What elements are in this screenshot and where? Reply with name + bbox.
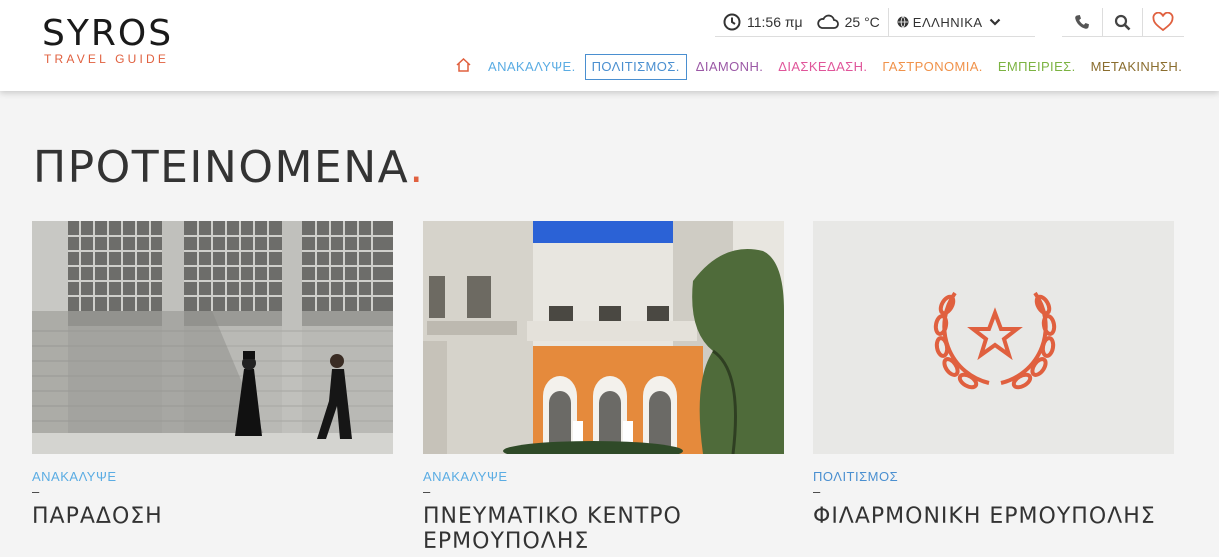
nav-empeiries[interactable]: ΕΜΠΕΙΡΙΕΣ. xyxy=(992,55,1082,79)
card-title[interactable]: ΦΙΛΑΡΜΟΝΙΚΗ ΕΡΜΟΥΠΟΛΗΣ xyxy=(813,504,1174,529)
utility-bar: 11:56 πμ 25 °C ΕΛΛΗΝΙΚΑ xyxy=(715,8,1035,37)
heart-icon xyxy=(1152,12,1173,32)
card-category[interactable]: ΠΟΛΙΤΙΣΜΟΣ xyxy=(813,469,1174,484)
favorites-button[interactable] xyxy=(1142,8,1182,36)
featured-card[interactable]: ΑΝΑΚΑΛΥΨΕ – ΠΑΡΑΔΟΣΗ xyxy=(32,221,393,529)
logo-subtitle: TRAVEL GUIDE xyxy=(44,52,170,66)
time-text: 11:56 πμ xyxy=(747,14,803,30)
card-title[interactable]: ΠΝΕΥΜΑΤΙΚΟ ΚΕΝΤΡΟ ΕΡΜΟΥΠΟΛΗΣ xyxy=(423,504,784,554)
weather-text: 25 °C xyxy=(844,14,880,30)
section-title-dot: . xyxy=(409,142,425,193)
search-button[interactable] xyxy=(1102,8,1142,36)
globe-icon xyxy=(897,16,909,28)
time-display: 11:56 πμ xyxy=(715,8,811,36)
card-dash: – xyxy=(423,484,431,499)
search-icon xyxy=(1114,14,1131,30)
card-dash: – xyxy=(813,484,821,499)
card-title[interactable]: ΠΑΡΑΔΟΣΗ xyxy=(32,504,393,529)
nav-diaskedasi[interactable]: ΔΙΑΣΚΕΔΑΣΗ. xyxy=(772,55,873,79)
section-title-text: ΠΡΟΤΕΙΝΟΜΕΝΑ xyxy=(33,142,410,193)
featured-card[interactable]: ΠΟΛΙΤΙΣΜΟΣ – ΦΙΛΑΡΜΟΝΙΚΗ ΕΡΜΟΥΠΟΛΗΣ xyxy=(813,221,1174,529)
weather-display: 25 °C xyxy=(811,8,888,36)
section-title: ΠΡΟΤΕΙΝΟΜΕΝΑ. xyxy=(33,142,425,193)
site-logo[interactable]: SYROS TRAVEL GUIDE xyxy=(42,13,174,67)
clock-icon xyxy=(723,13,741,31)
phone-icon xyxy=(1075,15,1089,29)
card-image-philharmonic[interactable] xyxy=(813,221,1174,454)
card-dash: – xyxy=(32,484,40,499)
site-header: SYROS TRAVEL GUIDE 11:56 πμ 25 °C ΕΛΛΗΝΙ… xyxy=(0,0,1219,91)
card-category[interactable]: ΑΝΑΚΑΛΥΨΕ xyxy=(423,469,784,484)
main-nav: ΑΝΑΚΑΛΥΨΕ. ΠΟΛΙΤΙΣΜΟΣ. ΔΙΑΜΟΝΗ. ΔΙΑΣΚΕΔΑ… xyxy=(452,54,1191,80)
card-category[interactable]: ΑΝΑΚΑΛΥΨΕ xyxy=(32,469,393,484)
home-icon xyxy=(456,57,471,72)
nav-diamoni[interactable]: ΔΙΑΜΟΝΗ. xyxy=(690,55,770,79)
nav-metakinisi[interactable]: ΜΕΤΑΚΙΝΗΣΗ. xyxy=(1085,55,1189,79)
icon-bar xyxy=(1062,8,1184,37)
cloud-icon xyxy=(816,14,839,29)
nav-politismos[interactable]: ΠΟΛΙΤΙΣΜΟΣ. xyxy=(584,54,687,80)
language-label: ΕΛΛΗΝΙΚΑ xyxy=(912,14,983,30)
nav-gastronomia[interactable]: ΓΑΣΤΡΟΝΟΜΙΑ. xyxy=(876,55,988,79)
language-selector[interactable]: ΕΛΛΗΝΙΚΑ xyxy=(887,8,1009,36)
chevron-down-icon xyxy=(989,18,1000,26)
nav-home[interactable] xyxy=(452,54,479,80)
phone-button[interactable] xyxy=(1062,8,1102,36)
card-image-cultural-center[interactable] xyxy=(423,221,784,454)
featured-card[interactable]: ΑΝΑΚΑΛΥΨΕ – ΠΝΕΥΜΑΤΙΚΟ ΚΕΝΤΡΟ ΕΡΜΟΥΠΟΛΗΣ xyxy=(423,221,784,554)
logo-title: SYROS xyxy=(42,13,174,54)
nav-anakalypse[interactable]: ΑΝΑΚΑΛΥΨΕ. xyxy=(482,55,582,79)
card-image-tradition[interactable] xyxy=(32,221,393,454)
